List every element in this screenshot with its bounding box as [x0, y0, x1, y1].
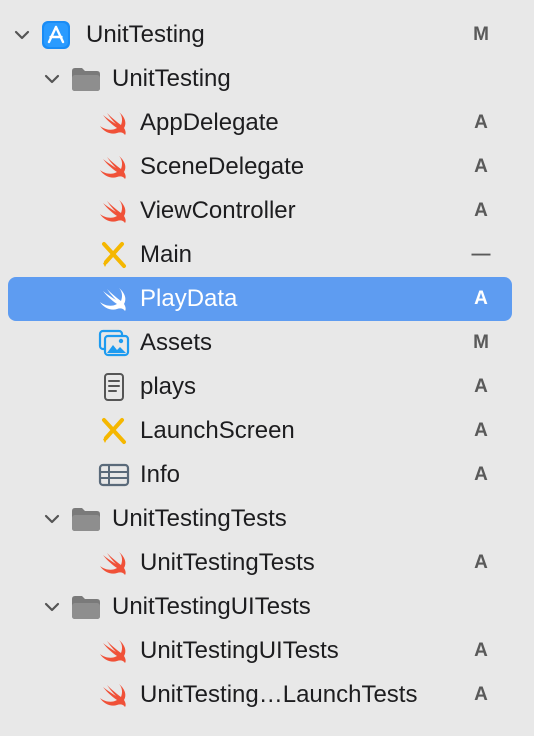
file-row-scenedelegate[interactable]: SceneDelegate A [8, 145, 512, 189]
group-row-unittestingtests[interactable]: UnitTestingTests [8, 497, 512, 541]
source-control-status: M [473, 24, 489, 45]
file-name: SceneDelegate [140, 153, 305, 180]
file-name: UnitTesting…LaunchTests [140, 681, 418, 708]
source-control-status: A [474, 552, 488, 573]
project-navigator: UnitTesting M UnitTesting AppDelegate A … [0, 0, 534, 736]
file-row-info[interactable]: Info A [8, 453, 512, 497]
app-project-icon [40, 21, 72, 49]
folder-icon [70, 593, 102, 621]
group-name: UnitTestingUITests [112, 593, 311, 620]
plist-table-icon [98, 461, 130, 489]
source-control-status: A [474, 464, 488, 485]
swift-file-icon [98, 153, 130, 181]
group-name: UnitTestingTests [112, 505, 287, 532]
file-name: Info [140, 461, 181, 488]
storyboard-icon [98, 417, 130, 445]
file-name: UnitTestingUITests [140, 637, 339, 664]
swift-file-icon [98, 549, 130, 577]
file-name: LaunchScreen [140, 417, 295, 444]
file-name: ViewController [140, 197, 296, 224]
swift-file-icon [98, 637, 130, 665]
file-row-unittestingtests[interactable]: UnitTestingTests A [8, 541, 512, 585]
source-control-status: M [473, 332, 489, 353]
folder-icon [70, 505, 102, 533]
project-name: UnitTesting [86, 21, 205, 48]
folder-icon [70, 65, 102, 93]
source-control-status: A [474, 640, 488, 661]
group-row-unittesting[interactable]: UnitTesting [8, 57, 512, 101]
asset-catalog-icon [98, 329, 130, 357]
file-row-unittestinguitests[interactable]: UnitTestingUITests A [8, 629, 512, 673]
swift-file-icon [98, 109, 130, 137]
source-control-status: A [474, 112, 488, 133]
file-name: AppDelegate [140, 109, 279, 136]
swift-file-icon [98, 285, 130, 313]
source-control-status: A [474, 156, 488, 177]
file-name: plays [140, 373, 197, 400]
source-control-status: — [471, 244, 491, 265]
file-name: UnitTestingTests [140, 549, 315, 576]
swift-file-icon [98, 681, 130, 709]
group-row-unittestinguitests[interactable]: UnitTestingUITests [8, 585, 512, 629]
file-name: Main [140, 241, 193, 268]
source-control-status: A [474, 684, 488, 705]
chevron-down-icon[interactable] [42, 509, 62, 529]
file-row-appdelegate[interactable]: AppDelegate A [8, 101, 512, 145]
source-control-status: A [474, 200, 488, 221]
document-icon [98, 373, 130, 401]
storyboard-icon [98, 241, 130, 269]
file-row-launchscreen[interactable]: LaunchScreen A [8, 409, 512, 453]
source-control-status: A [474, 420, 488, 441]
file-name: PlayData [140, 285, 238, 312]
file-row-unittesting-launchtests[interactable]: UnitTesting…LaunchTests A [8, 673, 512, 717]
source-control-status: A [474, 376, 488, 397]
file-row-main[interactable]: Main — [8, 233, 512, 277]
file-name: Assets [140, 329, 213, 356]
chevron-down-icon[interactable] [42, 597, 62, 617]
file-row-viewcontroller[interactable]: ViewController A [8, 189, 512, 233]
file-row-playdata[interactable]: PlayData A [8, 277, 512, 321]
file-row-plays[interactable]: plays A [8, 365, 512, 409]
file-row-assets[interactable]: Assets M [8, 321, 512, 365]
project-row[interactable]: UnitTesting M [8, 13, 512, 57]
group-name: UnitTesting [112, 65, 231, 92]
swift-file-icon [98, 197, 130, 225]
chevron-down-icon[interactable] [42, 69, 62, 89]
source-control-status: A [474, 288, 488, 309]
chevron-down-icon[interactable] [12, 25, 32, 45]
